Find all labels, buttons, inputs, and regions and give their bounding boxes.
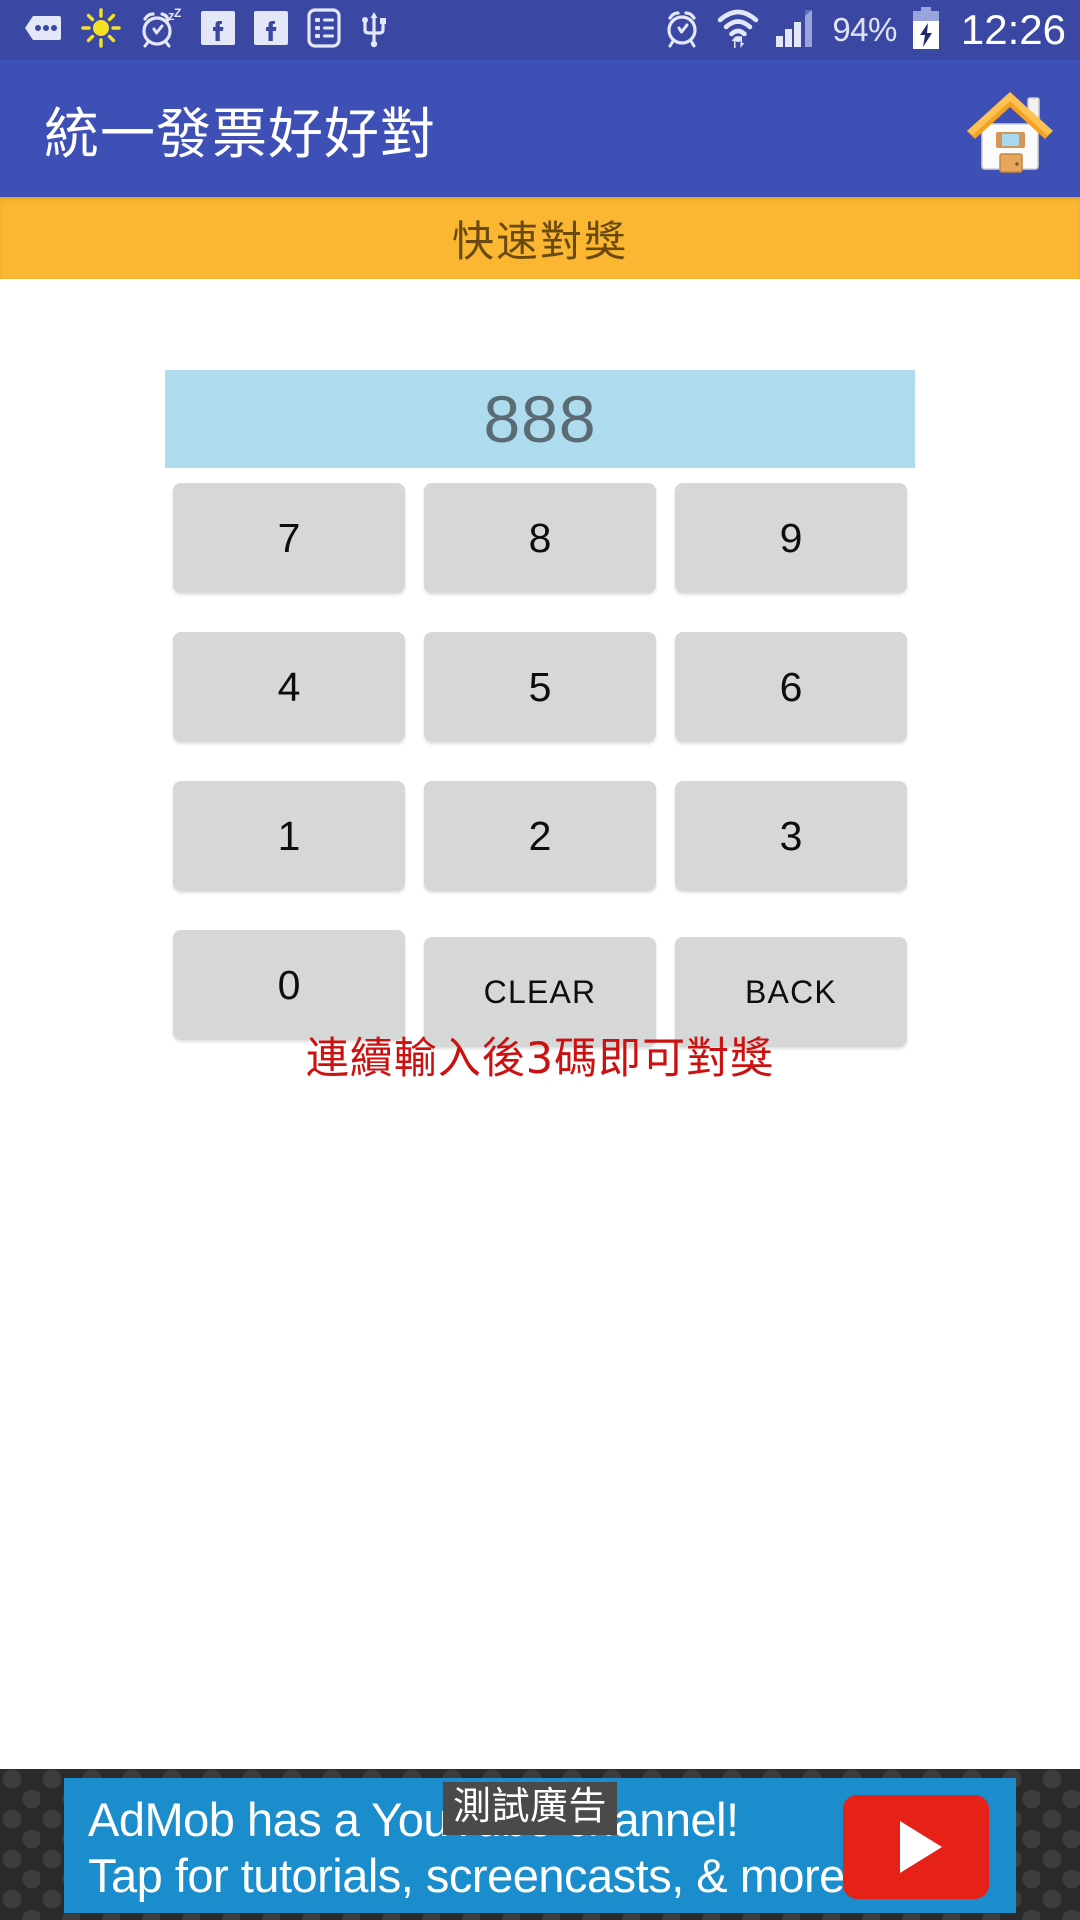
message-icon xyxy=(24,13,62,48)
key-label: 1 xyxy=(277,812,301,859)
page-title: 統一發票好好對 xyxy=(44,101,437,166)
youtube-play-button[interactable] xyxy=(843,1795,989,1899)
status-bar-right-icons: 94% 12:26 xyxy=(662,6,1066,54)
facebook-icon xyxy=(201,10,235,50)
notes-list-icon xyxy=(307,7,341,53)
signal-icon xyxy=(774,8,818,53)
key-label: 7 xyxy=(277,514,301,561)
svg-text:Z: Z xyxy=(174,8,181,20)
alarm-icon xyxy=(662,8,702,53)
keypad-row-3: 1 2 3 xyxy=(0,781,1080,891)
key-label: 3 xyxy=(779,812,803,859)
key-label: 9 xyxy=(779,514,803,561)
section-banner: 快速對獎 xyxy=(0,197,1080,279)
wifi-icon xyxy=(716,8,760,53)
play-triangle-icon xyxy=(900,1821,942,1873)
home-button[interactable] xyxy=(958,77,1062,181)
key-label: 5 xyxy=(528,663,552,710)
number-display-field[interactable]: 888 xyxy=(165,370,915,468)
key-3[interactable]: 3 xyxy=(675,781,907,891)
ad-region: AdMob has a YouTube channel! Tap for tut… xyxy=(0,1769,1080,1920)
number-display-value: 888 xyxy=(483,382,597,456)
section-banner-label: 快速對獎 xyxy=(451,216,628,266)
battery-charging-icon xyxy=(911,6,941,54)
key-label: 2 xyxy=(528,812,552,859)
test-ad-badge: 測試廣告 xyxy=(443,1782,618,1835)
usb-icon xyxy=(360,8,388,53)
key-label: 6 xyxy=(779,663,803,710)
key-label: 0 xyxy=(277,961,301,1008)
status-bar-clock: 12:26 xyxy=(960,6,1066,53)
key-8[interactable]: 8 xyxy=(424,483,656,593)
keypad-row-1: 7 8 9 xyxy=(0,483,1080,593)
main-content: 888 7 8 9 4 5 6 1 2 3 0 CLEAR BACK 連續輸入後… xyxy=(0,279,1080,1769)
status-bar-left-icons: z Z xyxy=(24,6,388,53)
ad-line-2: Tap for tutorials, screencasts, & more. xyxy=(88,1849,858,1902)
key-9[interactable]: 9 xyxy=(675,483,907,593)
hint-text: 連續輸入後3碼即可對獎 xyxy=(305,1034,775,1084)
keypad-row-2: 4 5 6 xyxy=(0,632,1080,742)
numeric-keypad: 7 8 9 4 5 6 1 2 3 0 CLEAR BACK xyxy=(0,483,1080,1047)
facebook-icon-2 xyxy=(254,10,288,50)
key-label: 8 xyxy=(528,514,552,561)
key-2[interactable]: 2 xyxy=(424,781,656,891)
key-5[interactable]: 5 xyxy=(424,632,656,742)
key-label: CLEAR xyxy=(483,973,597,1010)
key-label: 4 xyxy=(277,663,301,710)
key-4[interactable]: 4 xyxy=(173,632,405,742)
key-7[interactable]: 7 xyxy=(173,483,405,593)
status-bar[interactable]: z Z 94% 12:26 xyxy=(0,0,1080,60)
alarm-sleep-icon: z Z xyxy=(140,6,182,53)
battery-percent-label: 94% xyxy=(832,11,897,48)
key-label: BACK xyxy=(745,973,837,1010)
app-bar: 統一發票好好對 xyxy=(0,60,1080,197)
home-icon xyxy=(960,76,1060,181)
key-6[interactable]: 6 xyxy=(675,632,907,742)
brightness-icon xyxy=(81,7,121,53)
key-1[interactable]: 1 xyxy=(173,781,405,891)
